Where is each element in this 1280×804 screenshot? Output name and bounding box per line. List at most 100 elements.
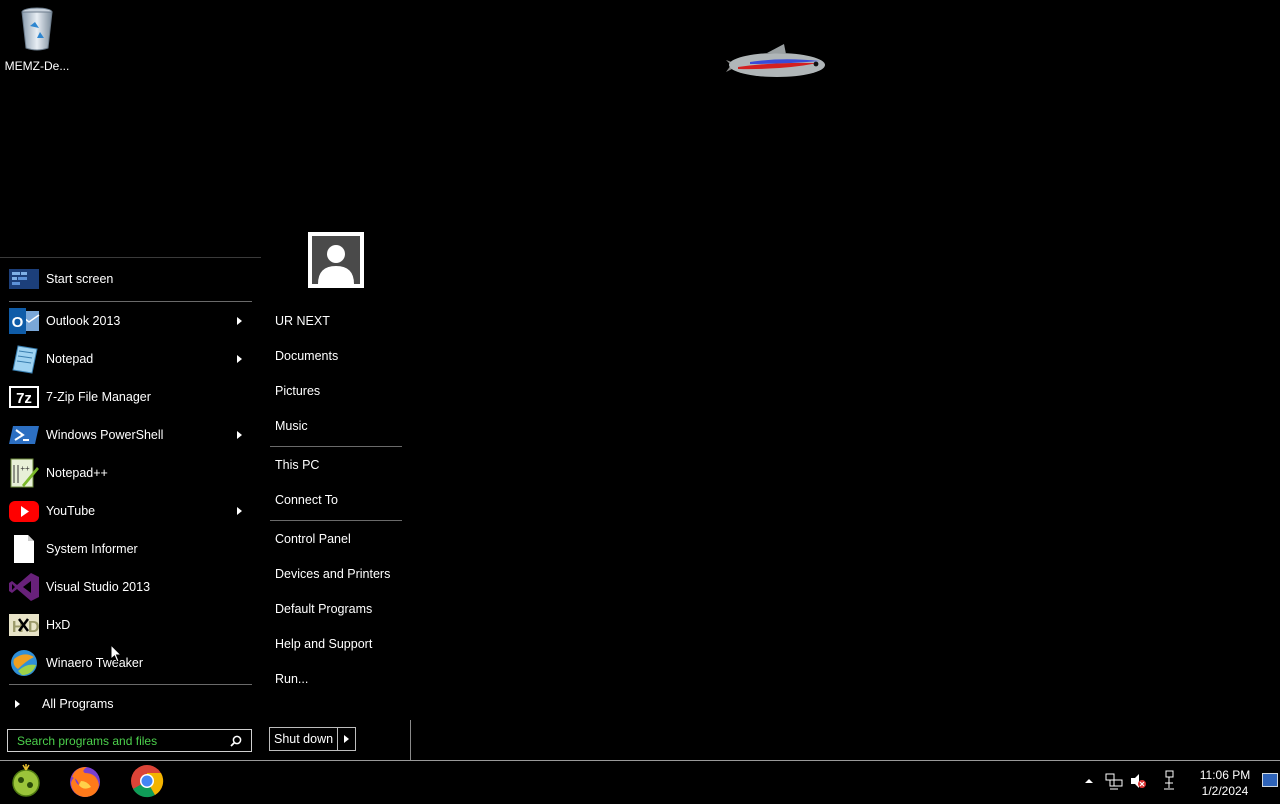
start-item-youtube[interactable]: YouTube [0, 492, 252, 530]
start-item-7zip[interactable]: 7z 7-Zip File Manager [0, 378, 252, 416]
outlook-icon: O [9, 308, 40, 334]
start-link-label: Default Programs [275, 602, 373, 616]
start-item-notepad[interactable]: Notepad [0, 340, 252, 378]
start-button[interactable] [8, 763, 44, 799]
menu-edge-divider [410, 720, 411, 760]
start-link-music[interactable]: Music [270, 411, 402, 441]
start-item-label: YouTube [46, 504, 96, 518]
start-link-label: Help and Support [275, 637, 373, 651]
all-programs-label: All Programs [42, 697, 114, 711]
taskbar-clock[interactable]: 11:06 PM 1/2/2024 [1196, 767, 1254, 799]
start-item-winaero-tweaker[interactable]: Winaero Tweaker [0, 644, 252, 682]
notepad-icon [12, 345, 38, 374]
recycle-bin-icon [21, 7, 53, 51]
shutdown-options-button[interactable] [338, 727, 357, 751]
submenu-arrow-icon[interactable] [237, 355, 242, 363]
taskbar-chrome-button[interactable] [129, 763, 165, 799]
shutdown-control: Shut down [269, 727, 357, 751]
start-link-label: Pictures [275, 384, 321, 398]
start-menu-programs-pane: Start screen O Outlook 2013 Notepad 7z 7… [0, 257, 261, 761]
start-item-label: HxD [46, 618, 71, 632]
start-item-label: Windows PowerShell [46, 428, 164, 442]
start-link-this-pc[interactable]: This PC [270, 450, 402, 480]
visual-studio-icon [9, 573, 39, 601]
taskbar-firefox-button[interactable] [67, 763, 103, 799]
start-link-user[interactable]: UR NEXT [270, 306, 402, 336]
mouse-cursor-icon [110, 644, 122, 663]
start-item-hxd[interactable]: H D HxD [0, 606, 252, 644]
submenu-arrow-icon[interactable] [237, 431, 242, 439]
youtube-icon [9, 501, 39, 522]
chrome-icon [131, 765, 164, 798]
svg-text:D: D [28, 619, 40, 636]
start-item-label: 7-Zip File Manager [46, 390, 151, 404]
start-link-run[interactable]: Run... [270, 664, 402, 694]
start-link-documents[interactable]: Documents [270, 341, 402, 371]
start-item-notepadpp[interactable]: ++ Notepad++ [0, 454, 252, 492]
hxd-icon: H D [9, 614, 40, 636]
start-link-label: Devices and Printers [275, 567, 391, 581]
desktop-icon-label: MEMZ-De... [4, 59, 70, 73]
start-menu: Start screen O Outlook 2013 Notepad 7z 7… [0, 257, 411, 761]
start-link-connect-to[interactable]: Connect To [270, 485, 402, 515]
start-item-label: Visual Studio 2013 [46, 580, 151, 594]
submenu-arrow-icon[interactable] [237, 317, 242, 325]
desktop-icon-recycle-bin[interactable]: MEMZ-De... [4, 6, 70, 73]
start-link-label: Control Panel [275, 532, 351, 546]
start-link-control-panel[interactable]: Control Panel [270, 524, 402, 554]
clock-date: 1/2/2024 [1201, 784, 1249, 798]
powershell-icon [9, 426, 39, 444]
volume-muted-icon[interactable] [1129, 772, 1147, 790]
start-orb-icon [12, 764, 40, 797]
submenu-arrow-icon[interactable] [237, 507, 242, 515]
search-input[interactable] [8, 730, 227, 751]
start-link-pictures[interactable]: Pictures [270, 376, 402, 406]
start-item-windows-powershell[interactable]: Windows PowerShell [0, 416, 252, 454]
start-screen-icon [9, 269, 39, 289]
user-silhouette-icon [318, 245, 354, 284]
start-link-devices-and-printers[interactable]: Devices and Printers [270, 559, 402, 589]
taskbar: 11:06 PM 1/2/2024 [0, 760, 1280, 801]
user-avatar[interactable] [308, 232, 364, 288]
usb-device-icon[interactable] [1162, 770, 1176, 790]
notepadpp-icon: ++ [10, 458, 39, 488]
firefox-icon [70, 767, 100, 797]
start-item-visual-studio-2013[interactable]: Visual Studio 2013 [0, 568, 252, 606]
clock-time: 11:06 PM [1199, 768, 1251, 782]
start-search-box [7, 729, 252, 752]
start-link-label: Run... [275, 672, 309, 686]
show-desktop-button[interactable] [1262, 773, 1278, 787]
start-item-label: Notepad [46, 352, 94, 366]
chevron-right-icon [15, 700, 20, 708]
fish-icon [726, 44, 825, 77]
svg-text:7z: 7z [16, 390, 32, 407]
start-item-label: Winaero Tweaker [46, 656, 144, 670]
start-link-label: This PC [275, 458, 320, 472]
user-name-label: UR NEXT [275, 314, 330, 328]
svg-text:O: O [12, 314, 24, 331]
start-link-label: Documents [275, 349, 339, 363]
start-item-label: Start screen [46, 272, 114, 286]
svg-text:++: ++ [20, 464, 30, 473]
start-link-help-and-support[interactable]: Help and Support [270, 629, 402, 659]
start-item-system-informer[interactable]: System Informer [0, 530, 252, 568]
winaero-icon [11, 650, 37, 676]
start-item-label: Notepad++ [46, 466, 108, 480]
show-hidden-icons-chevron-icon[interactable] [1084, 776, 1094, 786]
7zip-icon: 7z [9, 386, 39, 408]
start-link-label: Music [275, 419, 308, 433]
search-icon[interactable] [230, 735, 242, 747]
menu-separator [270, 446, 402, 447]
start-link-label: Connect To [275, 493, 339, 507]
start-item-outlook-2013[interactable]: O Outlook 2013 [0, 302, 252, 340]
start-item-label: Outlook 2013 [46, 314, 121, 328]
start-link-default-programs[interactable]: Default Programs [270, 594, 402, 624]
menu-separator [270, 520, 402, 521]
shutdown-button[interactable]: Shut down [269, 727, 339, 751]
start-item-start-screen[interactable]: Start screen [0, 260, 252, 298]
menu-separator [9, 684, 252, 685]
all-programs-button[interactable]: All Programs [0, 692, 252, 716]
network-icon[interactable] [1105, 772, 1123, 790]
document-icon [14, 535, 34, 563]
start-item-label: System Informer [46, 542, 138, 556]
